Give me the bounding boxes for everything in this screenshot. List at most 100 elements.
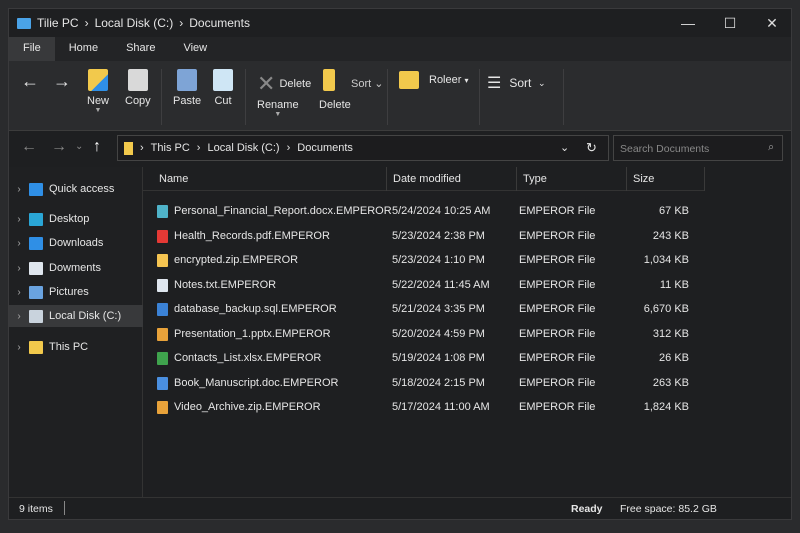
- navigation-bar: ← → ⌄ ↑ › This PC › Local Disk (C:) › Docu…: [9, 133, 791, 165]
- sidebar-item-label: Pictures: [49, 286, 89, 298]
- sidebar-item-label: Downloads: [49, 237, 104, 249]
- file-icon: [157, 278, 168, 292]
- cut-button[interactable]: Cut: [213, 69, 233, 107]
- up-arrow-icon[interactable]: ↑: [93, 138, 101, 156]
- tab-file[interactable]: File: [9, 37, 55, 61]
- file-type: EMPEROR File: [519, 303, 596, 315]
- expand-chevron-icon[interactable]: ›: [9, 287, 29, 298]
- title-crumb: Local Disk (C:): [94, 16, 174, 30]
- forward-arrow-icon[interactable]: →: [51, 138, 67, 156]
- address-bar[interactable]: › This PC › Local Disk (C:) › Documents ⌄ …: [117, 135, 609, 161]
- maximize-button[interactable]: ☐: [707, 9, 753, 37]
- file-row[interactable]: Book_Manuscript.doc.EMPEROR 5/18/2024 2:…: [143, 373, 705, 395]
- file-icon: [157, 327, 168, 341]
- sidebar-item-label: This PC: [49, 341, 89, 353]
- back-arrow-icon[interactable]: ←: [21, 138, 37, 156]
- sidebar-item[interactable]: › Pictures: [9, 281, 143, 303]
- address-crumb[interactable]: Documents: [297, 142, 353, 154]
- file-row[interactable]: database_backup.sql.EMPEROR 5/21/2024 3:…: [143, 299, 705, 321]
- sidebar-item[interactable]: › This PC: [9, 336, 143, 358]
- file-row[interactable]: Presentation_1.pptx.EMPEROR 5/20/2024 4:…: [143, 324, 705, 346]
- file-type: EMPEROR File: [519, 278, 596, 291]
- delete-small-label: Delete: [279, 78, 312, 90]
- expand-chevron-icon[interactable]: ›: [9, 238, 29, 249]
- paste-button[interactable]: Paste: [173, 69, 201, 107]
- file-size: 243 KB: [652, 229, 689, 242]
- sidebar-item[interactable]: › Local Disk (C:): [9, 305, 143, 327]
- file-date: 5/24/2024 10:25 AM: [392, 205, 491, 217]
- file-size: 11 KB: [659, 278, 689, 291]
- sidebar-item[interactable]: › Quick access: [9, 178, 143, 200]
- sidebar-item[interactable]: › Downloads: [9, 232, 143, 254]
- file-explorer-window: Tilie PC › Local Disk (C:) › Documents — ☐…: [8, 8, 792, 520]
- sort-small-button[interactable]: Sort ⌄: [351, 77, 383, 90]
- expand-chevron-icon[interactable]: ›: [9, 214, 29, 225]
- sidebar-item-label: Desktop: [49, 213, 90, 225]
- file-row[interactable]: Contacts_List.xlsx.EMPEROR 5/19/2024 1:0…: [143, 348, 705, 370]
- cut-icon: [213, 69, 233, 91]
- new-button[interactable]: New ▼: [87, 69, 109, 114]
- recent-chevron-icon[interactable]: ⌄: [75, 141, 83, 152]
- title-crumb: Tilie PC: [37, 16, 79, 30]
- column-date-modified[interactable]: Date modified: [387, 167, 517, 191]
- delete-small-button[interactable]: ✕ Delete: [257, 71, 311, 97]
- file-size: 1,034 KB: [643, 254, 689, 266]
- folder-button[interactable]: Roleer ▾: [399, 71, 468, 89]
- file-type: EMPEROR File: [519, 376, 596, 389]
- column-name[interactable]: Name: [143, 167, 387, 191]
- file-date: 5/23/2024 2:38 PM: [392, 229, 485, 242]
- file-icon: [157, 205, 168, 218]
- tab-view[interactable]: View: [169, 37, 221, 61]
- expand-chevron-icon[interactable]: ›: [9, 263, 29, 274]
- expand-chevron-icon[interactable]: ›: [9, 311, 29, 322]
- copy-icon: [127, 69, 148, 91]
- file-icon: [157, 254, 168, 267]
- desktop-icon: [29, 212, 43, 226]
- expand-chevron-icon[interactable]: ›: [9, 184, 29, 195]
- delete-button[interactable]: Delete: [319, 99, 351, 111]
- forward-arrow-icon[interactable]: →: [53, 71, 71, 92]
- back-arrow-icon[interactable]: ←: [21, 71, 39, 92]
- drive-icon: [29, 309, 43, 323]
- file-row[interactable]: Personal_Financial_Report.docx.EMPEROR 5…: [143, 201, 705, 223]
- column-type[interactable]: Type: [517, 167, 627, 191]
- refresh-icon[interactable]: ↻: [586, 140, 597, 156]
- tab-home[interactable]: Home: [55, 37, 112, 61]
- chevron-down-icon[interactable]: ⌄: [560, 141, 569, 154]
- document-icon: [29, 261, 43, 275]
- paste-label: Paste: [173, 95, 202, 107]
- file-size: 26 KB: [659, 352, 689, 364]
- chevron-icon: ›: [179, 16, 184, 30]
- address-crumb[interactable]: This PC: [151, 142, 190, 154]
- sort-lines-icon: ☰: [487, 75, 502, 92]
- sidebar-item[interactable]: › Desktop: [9, 208, 143, 230]
- sort-label: Sort: [509, 76, 532, 90]
- status-bar: 9 items Ready Free space: 85.2 GB: [9, 497, 791, 519]
- sort-small-label: Sort: [351, 78, 372, 90]
- minimize-button[interactable]: —: [665, 9, 711, 37]
- search-input[interactable]: Search Documents ⌕: [613, 135, 783, 161]
- file-date: 5/23/2024 1:10 PM: [392, 254, 485, 266]
- file-type: EMPEROR File: [519, 205, 596, 217]
- file-size: 263 KB: [652, 376, 689, 389]
- free-space: Free space: 85.2 GB: [620, 503, 717, 515]
- new-folder-icon: [88, 69, 108, 91]
- expand-chevron-icon[interactable]: ›: [9, 342, 29, 353]
- sort-button[interactable]: ☰ Sort ⌄: [487, 73, 546, 93]
- file-size: 67 KB: [659, 205, 689, 217]
- file-row[interactable]: Video_Archive.zip.EMPEROR 5/17/2024 11:0…: [143, 397, 705, 419]
- cut-label: Cut: [214, 95, 232, 107]
- file-row[interactable]: encrypted.zip.EMPEROR 5/23/2024 1:10 PM …: [143, 250, 705, 272]
- tab-share[interactable]: Share: [112, 37, 169, 61]
- column-size[interactable]: Size: [627, 167, 705, 191]
- file-type: EMPEROR File: [519, 401, 596, 413]
- delete-folder-icon[interactable]: [323, 69, 335, 95]
- x-icon: ✕: [257, 71, 276, 96]
- file-row[interactable]: Health_Records.pdf.EMPEROR 5/23/2024 2:3…: [143, 226, 705, 248]
- sidebar-item[interactable]: › Dowments: [9, 257, 143, 279]
- rename-button[interactable]: Rename ▼: [257, 99, 299, 118]
- file-row[interactable]: Notes.txt.EMPEROR 5/22/2024 11:45 AM EMP…: [143, 275, 705, 297]
- address-crumb[interactable]: Local Disk (C:): [207, 142, 279, 154]
- copy-button[interactable]: Copy: [125, 69, 151, 107]
- close-button[interactable]: ✕: [749, 9, 795, 37]
